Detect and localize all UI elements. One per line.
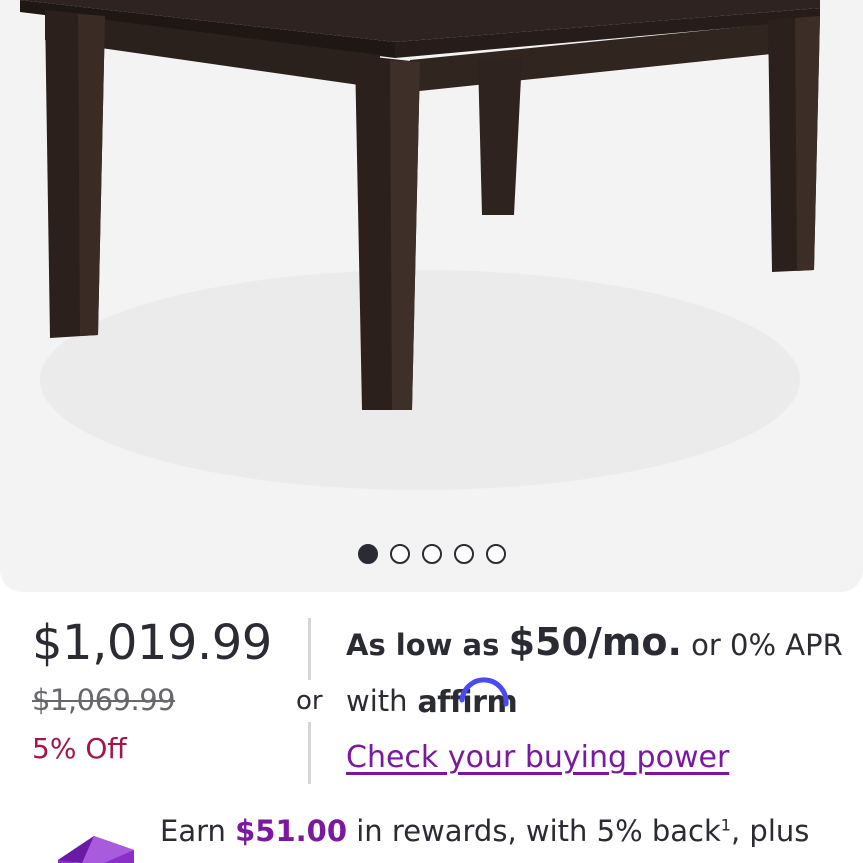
- divider-top: [308, 618, 311, 680]
- with-label: with: [346, 684, 408, 718]
- carousel-dot-3[interactable]: [421, 544, 442, 564]
- current-price: $1,019.99: [32, 615, 272, 671]
- affirm-logo: affirm: [418, 677, 518, 718]
- carousel-dot-5[interactable]: [485, 544, 506, 564]
- monthly-payment: $50/mo.: [508, 620, 682, 664]
- discount-label: 5% Off: [32, 732, 127, 765]
- check-buying-power-link[interactable]: Check your buying power: [346, 740, 729, 775]
- or-label: or: [296, 686, 323, 716]
- product-page: $1,019.99 $1,069.99 5% Off or As low as …: [0, 0, 863, 863]
- carousel-dot-4[interactable]: [453, 544, 474, 564]
- rewards-banner: Earn $51.00 in rewards, with 5% back1, p…: [0, 800, 863, 863]
- rewards-amount: $51.00: [235, 814, 348, 848]
- carousel-dot-2[interactable]: [389, 544, 410, 564]
- rewards-text: Earn $51.00 in rewards, with 5% back1, p…: [160, 814, 809, 848]
- carousel-pagination: [0, 543, 863, 565]
- rewards-tail-text: , plus: [730, 814, 810, 848]
- rewards-earn-label: Earn: [160, 814, 226, 848]
- carousel-dot-1[interactable]: [357, 544, 378, 564]
- affirm-arc-icon: [459, 677, 509, 707]
- financing-provider-line: with affirm: [346, 677, 518, 718]
- rewards-footnote: 1: [720, 815, 731, 835]
- rewards-middle-text: in rewards, with 5% back: [356, 814, 721, 848]
- original-price: $1,069.99: [32, 683, 176, 717]
- financing-suffix: or 0% APR: [691, 628, 843, 662]
- divider-bottom: [308, 722, 311, 784]
- financing-prefix: As low as: [346, 628, 500, 662]
- financing-offer: As low as $50/mo. or 0% APR: [346, 620, 843, 664]
- product-image: [20, 0, 820, 490]
- product-image-carousel[interactable]: [0, 0, 863, 592]
- rewards-gem-icon: [58, 836, 134, 863]
